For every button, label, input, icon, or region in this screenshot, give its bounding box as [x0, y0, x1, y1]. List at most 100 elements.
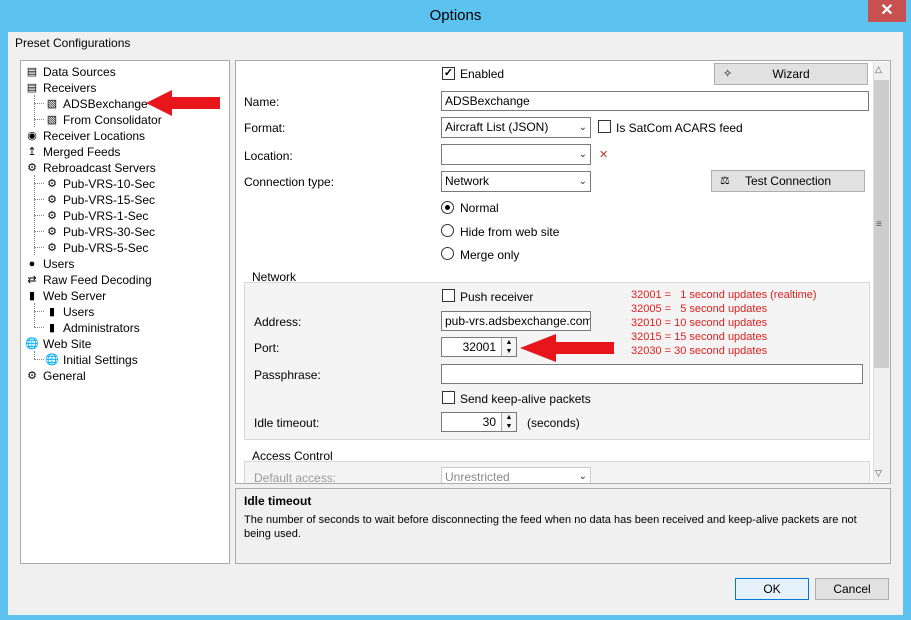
- default-access-label: Default access:: [254, 471, 337, 485]
- format-select[interactable]: Aircraft List (JSON) ⌄: [441, 117, 591, 138]
- tree-item-merged-feeds[interactable]: ↥ Merged Feeds: [25, 143, 120, 159]
- keepalive-checkbox[interactable]: [442, 391, 455, 404]
- chevron-down-icon: ⌄: [578, 471, 587, 482]
- server-icon: ▮: [48, 321, 56, 334]
- gears-icon: ⚙: [47, 209, 57, 222]
- port-label: Port:: [254, 341, 280, 355]
- gears-icon: ⚙: [47, 241, 57, 254]
- tree-item-administrators[interactable]: ▮ Administrators: [45, 319, 140, 335]
- seconds-label: (seconds): [527, 416, 580, 430]
- test-connection-button[interactable]: ⚖ Test Connection: [711, 170, 865, 192]
- satcom-label: Is SatCom ACARS feed: [616, 121, 743, 135]
- server-icon: ▮: [28, 289, 36, 302]
- gears-icon: ⚙: [47, 193, 57, 206]
- radio-merge-only[interactable]: [441, 247, 454, 260]
- chevron-down-icon: ⌄: [578, 149, 587, 160]
- radio-normal[interactable]: [441, 201, 454, 214]
- wizard-button[interactable]: ✧ Wizard: [714, 63, 868, 85]
- scroll-up-icon[interactable]: △: [875, 64, 882, 75]
- tree-item-receivers[interactable]: ▤ Receivers: [25, 79, 97, 95]
- tree-item-raw-feed-decoding[interactable]: ⇄ Raw Feed Decoding: [25, 271, 151, 287]
- network-group-label: Network: [252, 270, 297, 284]
- radio-merge-label: Merge only: [460, 248, 520, 262]
- idle-timeout-label: Idle timeout:: [254, 416, 320, 430]
- address-label: Address:: [254, 315, 302, 329]
- push-receiver-checkbox[interactable]: [442, 289, 455, 302]
- satcom-checkbox[interactable]: [598, 120, 611, 133]
- radio-hide-label: Hide from web site: [460, 225, 560, 239]
- tree-item-web-site[interactable]: 🌐 Web Site: [25, 335, 91, 351]
- tree-item-initial-settings[interactable]: 🌐 Initial Settings: [45, 351, 138, 367]
- location-select[interactable]: ⌄: [441, 144, 591, 165]
- tree-item-pub-vrs-10-sec[interactable]: ⚙ Pub-VRS-10-Sec: [45, 175, 155, 191]
- annotation-arrow-tree: [146, 90, 220, 116]
- grip-icon: ≡: [876, 219, 882, 230]
- name-input[interactable]: ADSBexchange: [441, 91, 869, 111]
- tree-item-pub-vrs-5-sec[interactable]: ⚙ Pub-VRS-5-Sec: [45, 239, 148, 255]
- gear-icon: ⚙: [27, 369, 37, 382]
- help-title: Idle timeout: [244, 494, 312, 508]
- pin-icon: ◉: [27, 129, 37, 142]
- chevron-down-icon: ⌄: [578, 176, 587, 187]
- tree-item-adsbexchange[interactable]: ▧ ADSBexchange: [45, 95, 148, 111]
- port-spinner[interactable]: ▲ ▼: [501, 338, 516, 356]
- idle-timeout-spinner[interactable]: ▲ ▼: [501, 413, 516, 431]
- port-note: 32005 = 5 second updates: [631, 303, 768, 315]
- globe-icon: 🌐: [45, 353, 59, 366]
- passphrase-label: Passphrase:: [254, 368, 321, 382]
- access-control-label: Access Control: [252, 449, 333, 463]
- tree-item-web-server[interactable]: ▮ Web Server: [25, 287, 106, 303]
- tree-item-from-consolidator[interactable]: ▧ From Consolidator: [45, 111, 162, 127]
- tree-item-rebroadcast-servers[interactable]: ⚙ Rebroadcast Servers: [25, 159, 156, 175]
- merge-icon: ↥: [27, 145, 37, 158]
- port-note: 32015 = 15 second updates: [631, 331, 768, 343]
- window-title: Options: [429, 7, 482, 24]
- decode-icon: ⇄: [27, 273, 37, 286]
- radio-icon: ▧: [46, 113, 58, 126]
- receiver-icon: ▤: [26, 81, 38, 94]
- chevron-down-icon: ⌄: [578, 122, 587, 133]
- tree-item-general[interactable]: ⚙ General: [25, 367, 86, 383]
- scroll-down-icon[interactable]: ▽: [875, 468, 882, 479]
- push-receiver-label: Push receiver: [460, 290, 534, 304]
- user-icon: ●: [28, 257, 36, 270]
- enabled-label: Enabled: [460, 67, 505, 81]
- enabled-checkbox[interactable]: ✓: [442, 67, 455, 80]
- server-icon: ▮: [48, 305, 56, 318]
- gears-icon: ⚙: [47, 225, 57, 238]
- port-note: 32001 = 1 second updates (realtime): [631, 289, 817, 301]
- radio-normal-label: Normal: [460, 201, 499, 215]
- wand-icon: ✧: [723, 68, 733, 80]
- close-button[interactable]: ✕: [868, 0, 906, 22]
- tree-item-receiver-locations[interactable]: ◉ Receiver Locations: [25, 127, 145, 143]
- port-note: 32010 = 10 second updates: [631, 317, 768, 329]
- default-access-select[interactable]: Unrestricted ⌄: [441, 467, 591, 483]
- gears-icon: ⚙: [47, 177, 57, 190]
- name-label: Name:: [244, 95, 280, 109]
- address-input[interactable]: pub-vrs.adsbexchange.com: [441, 311, 591, 331]
- port-note: 32030 = 30 second updates: [631, 345, 768, 357]
- document-icon: ▤: [26, 65, 38, 78]
- tree-item-pub-vrs-15-sec[interactable]: ⚙ Pub-VRS-15-Sec: [45, 191, 155, 207]
- preset-configurations-menu[interactable]: Preset Configurations: [15, 36, 130, 50]
- error-icon: ✕: [599, 149, 609, 161]
- help-panel: Idle timeout The number of seconds to wa…: [235, 488, 891, 564]
- tree-item-data-sources[interactable]: ▤ Data Sources: [25, 63, 116, 79]
- tree-item-pub-vrs-30-sec[interactable]: ⚙ Pub-VRS-30-Sec: [45, 223, 155, 239]
- tree-item-pub-vrs-1-sec[interactable]: ⚙ Pub-VRS-1-Sec: [45, 207, 148, 223]
- globe-icon: 🌐: [25, 337, 39, 350]
- passphrase-input[interactable]: [441, 364, 863, 384]
- connection-type-label: Connection type:: [244, 175, 335, 189]
- tree-item-users[interactable]: ● Users: [25, 255, 75, 271]
- keepalive-label: Send keep-alive packets: [460, 392, 591, 406]
- tree-item-web-server-users[interactable]: ▮ Users: [45, 303, 94, 319]
- location-label: Location:: [244, 149, 293, 163]
- connection-type-select[interactable]: Network ⌄: [441, 171, 591, 192]
- cancel-button[interactable]: Cancel: [815, 578, 889, 600]
- options-tree: ▤ Data Sources ▤ Receivers ▧ ADSBexchange ▧…: [20, 60, 230, 564]
- help-text: The number of seconds to wait before dis…: [244, 514, 857, 540]
- annotation-arrow-port: [520, 334, 614, 362]
- ok-button[interactable]: OK: [735, 578, 809, 600]
- radio-hide-from-web-site[interactable]: [441, 224, 454, 237]
- flask-icon: ⚖: [720, 175, 730, 187]
